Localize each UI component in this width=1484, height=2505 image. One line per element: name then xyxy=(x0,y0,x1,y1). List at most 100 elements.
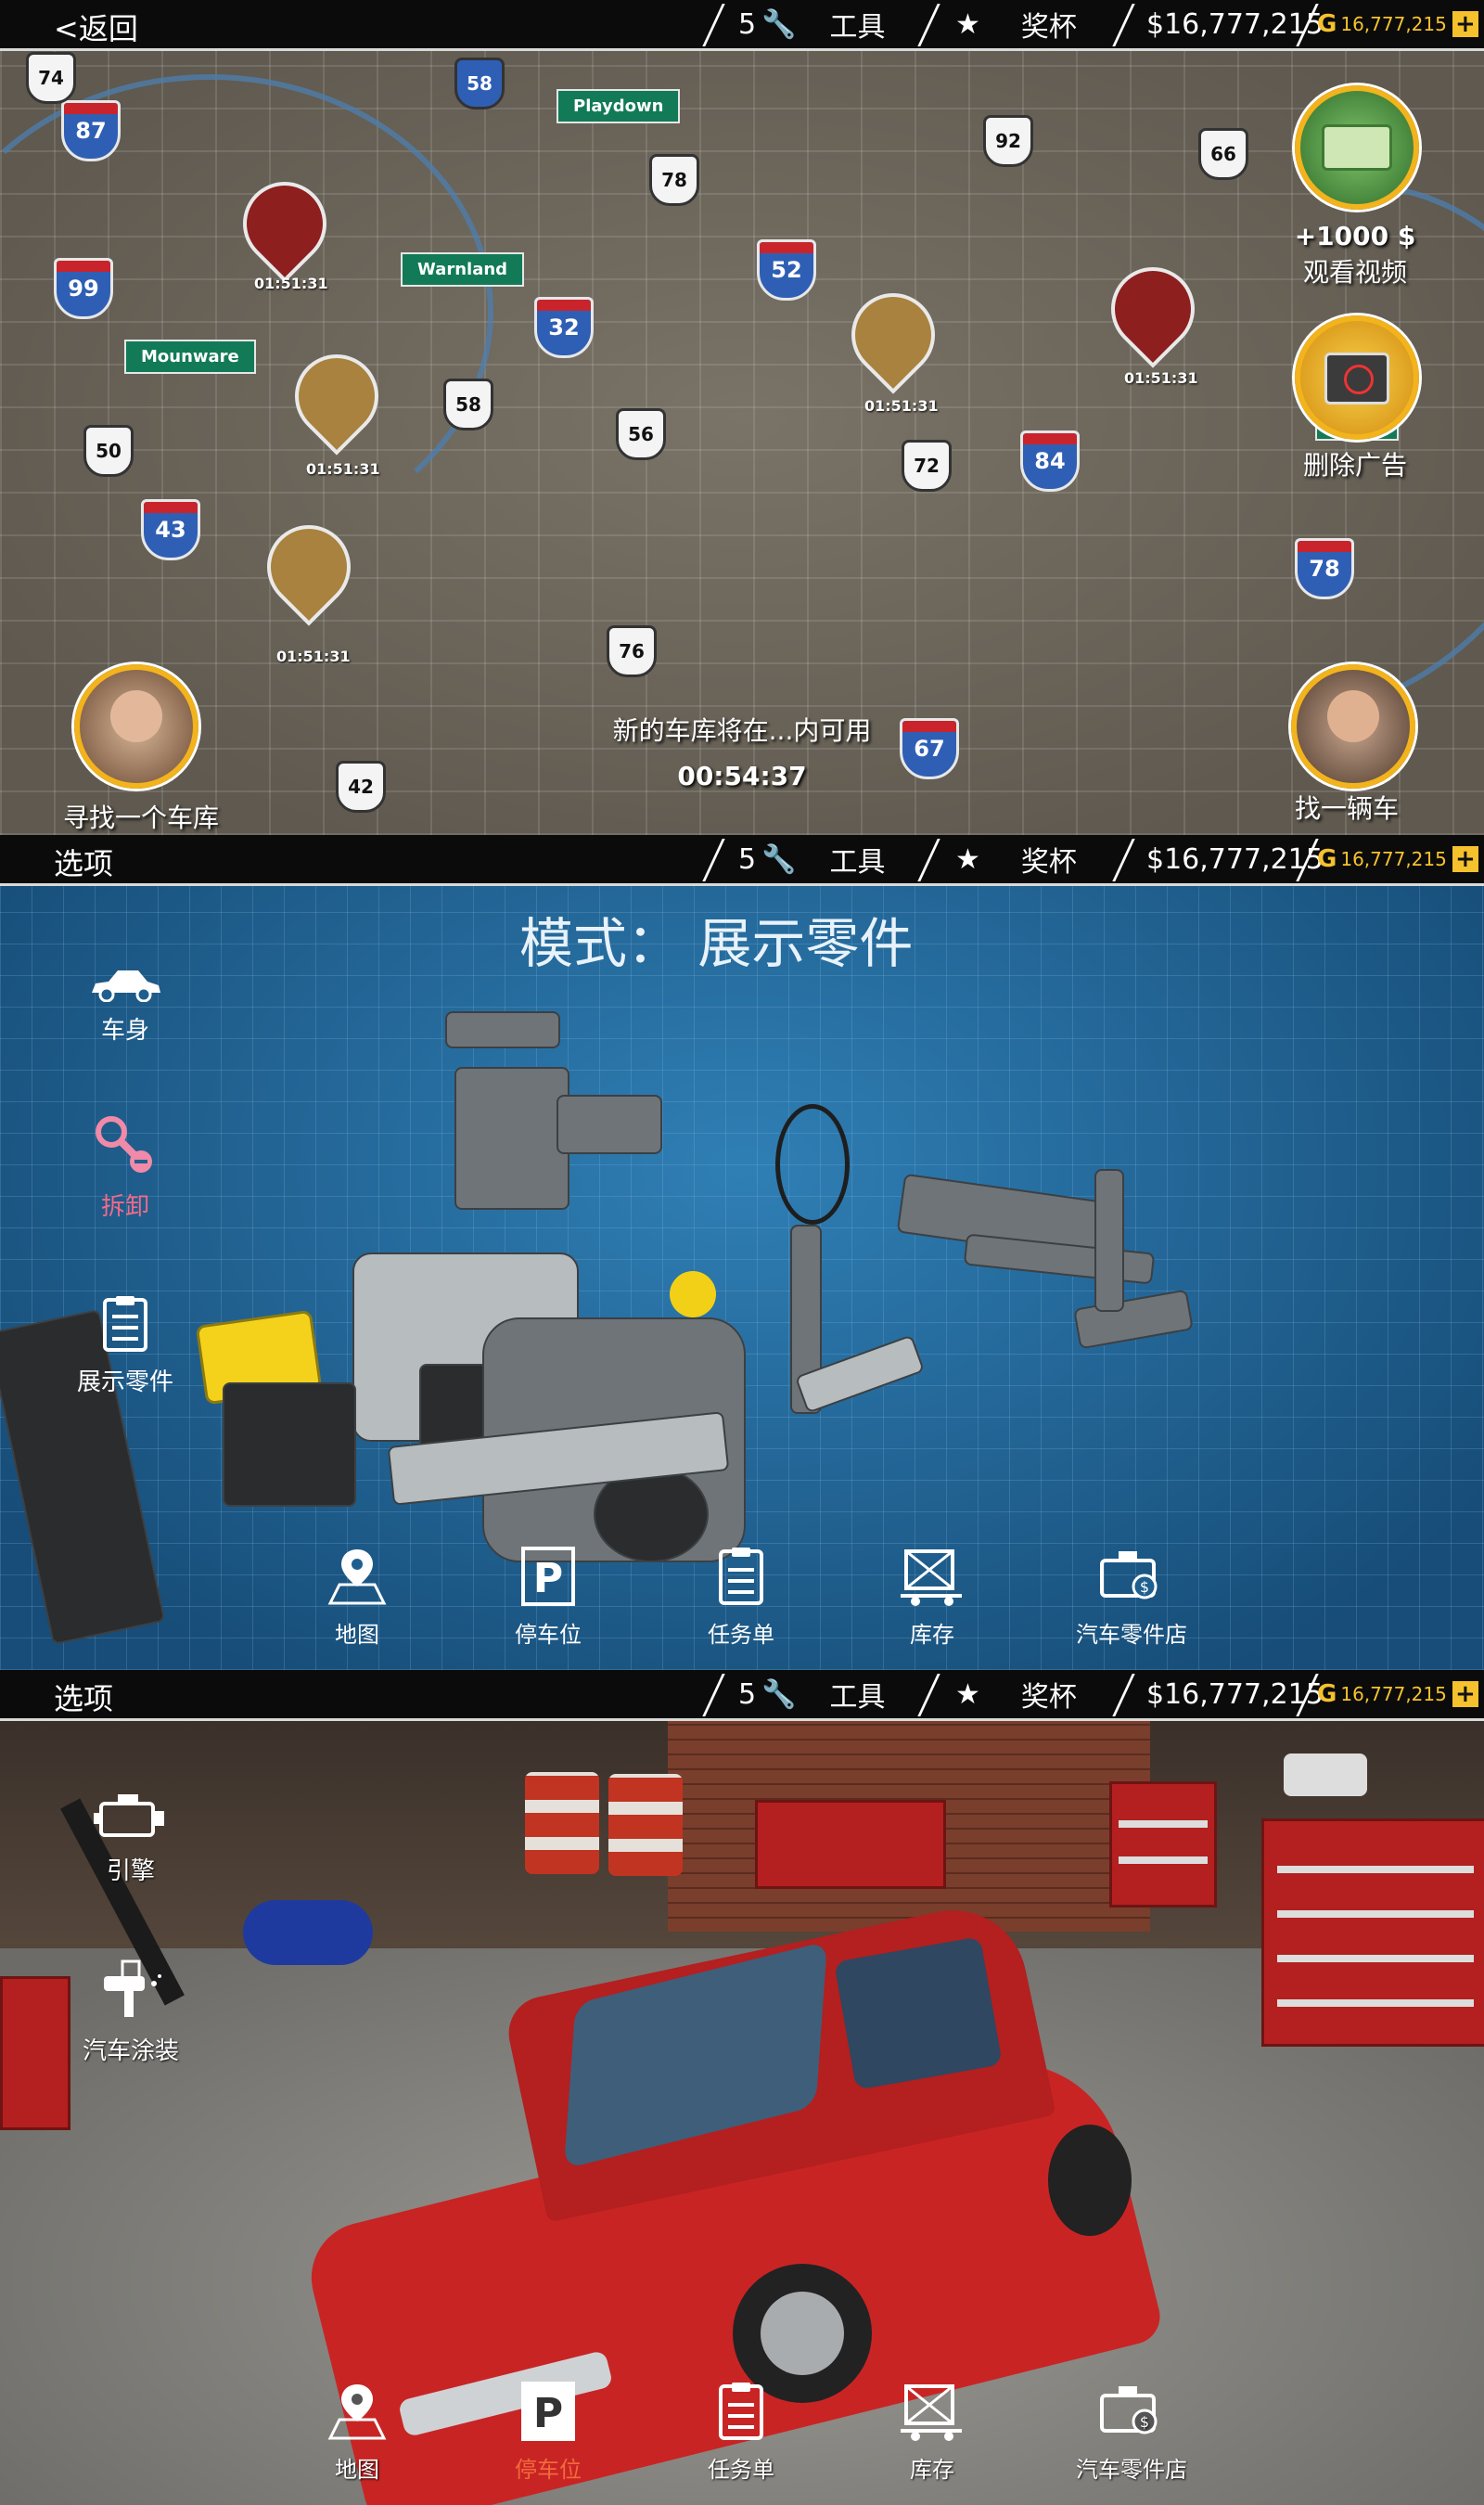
coin-icon: G xyxy=(1317,1680,1337,1708)
money-stack-icon xyxy=(1322,124,1392,171)
divider xyxy=(1112,1674,1135,1716)
wrench-minus-icon xyxy=(96,1116,152,1173)
interstate-shield: 78 xyxy=(1295,538,1354,599)
tools-count[interactable]: 5 🔧 工具 xyxy=(738,1670,885,1718)
find-car-label: 找一辆车 xyxy=(1294,793,1399,824)
map-pin-icon xyxy=(327,2384,387,2440)
new-garage-text: 新的车库将在...内可用 xyxy=(612,715,872,746)
exploded-parts-view[interactable] xyxy=(0,835,1484,1670)
side-item-label: 汽车涂装 xyxy=(82,2037,179,2065)
divider xyxy=(917,839,940,881)
add-coins-button[interactable]: + xyxy=(1452,1681,1478,1707)
tools-count-value: 5 xyxy=(738,1677,757,1711)
find-garage-label: 寻找一个车库 xyxy=(62,803,219,833)
parts-view-screen: 选项 5 🔧 工具 ★ 奖杯 $16,777,215 G 16,777,215 … xyxy=(0,835,1484,1670)
us-route-shield: 58 xyxy=(454,58,505,109)
side-item-show-parts[interactable]: 展示零件 xyxy=(65,1294,186,1397)
garage-pin-timer: 01:51:31 xyxy=(276,648,351,665)
coin-amount: 16,777,215 xyxy=(1340,1683,1447,1705)
trophies[interactable]: ★ 奖杯 xyxy=(955,0,1077,48)
interstate-shield: 67 xyxy=(900,718,959,779)
interstate-shield: 87 xyxy=(61,100,121,161)
us-route-shield: 92 xyxy=(983,115,1033,167)
garage-screen: 选项 5 🔧 工具 ★ 奖杯 $16,777,215 G 16,777,215 … xyxy=(0,1670,1484,2505)
us-route-shield: 50 xyxy=(83,425,134,477)
coin-icon: G xyxy=(1317,845,1337,873)
nav-parking[interactable]: P 停车位 xyxy=(497,2381,599,2484)
options-button[interactable]: 选项 xyxy=(54,1676,113,1718)
trophy-label: 奖杯 xyxy=(1020,11,1077,44)
back-button[interactable]: <返回 xyxy=(54,6,138,48)
clipboard-icon xyxy=(719,2383,763,2440)
us-route-shield: 42 xyxy=(336,761,386,813)
svg-text:$: $ xyxy=(1140,2413,1149,2431)
trophy-label: 奖杯 xyxy=(1020,846,1077,879)
tools-count[interactable]: 5 🔧 工具 xyxy=(738,835,885,883)
side-item-paint[interactable]: 汽车涂装 xyxy=(70,1958,191,2066)
tool-cabinet xyxy=(1261,1818,1484,2047)
clipboard-icon xyxy=(719,1548,763,1605)
coin-display: G 16,777,215 + xyxy=(1317,835,1478,883)
coin-amount: 16,777,215 xyxy=(1340,13,1447,35)
no-ads-icon xyxy=(1324,353,1389,405)
nav-label: 停车位 xyxy=(515,1622,582,1648)
remove-ads-label: 删除广告 xyxy=(1302,450,1407,481)
nav-label: 地图 xyxy=(335,2457,379,2483)
wrench-icon: 🔧 xyxy=(761,7,797,41)
map-pin-icon xyxy=(327,1549,387,1605)
find-car-button[interactable] xyxy=(1291,664,1415,789)
tools-count[interactable]: 5 🔧 工具 xyxy=(738,0,885,48)
engine-shop-icon: $ xyxy=(1100,1551,1158,1599)
money-display: $16,777,215 xyxy=(1146,7,1324,41)
side-item-body[interactable]: 车身 xyxy=(65,965,186,1046)
side-item-label: 拆卸 xyxy=(100,1193,149,1221)
nav-inventory[interactable]: 库存 xyxy=(881,1546,983,1649)
watch-video-label: 观看视频 xyxy=(1302,257,1407,288)
nav-parts-shop[interactable]: $ 汽车零件店 xyxy=(1067,2381,1196,2484)
red-trolley xyxy=(0,1976,70,2130)
add-coins-button[interactable]: + xyxy=(1452,846,1478,872)
interstate-shield: 84 xyxy=(1020,430,1080,492)
options-button[interactable]: 选项 xyxy=(54,841,113,883)
tools-label: 工具 xyxy=(829,1681,886,1714)
divider xyxy=(702,4,725,46)
trophies[interactable]: ★ 奖杯 xyxy=(955,1670,1077,1718)
svg-text:P: P xyxy=(533,1555,563,1602)
watch-video-reward: +1000 $ xyxy=(1294,221,1416,251)
cart-icon xyxy=(901,2384,962,2441)
top-bar: 选项 5 🔧 工具 ★ 奖杯 $16,777,215 G 16,777,215 … xyxy=(0,835,1484,886)
nav-map[interactable]: 地图 xyxy=(306,1546,408,1649)
find-garage-button[interactable] xyxy=(74,664,198,789)
side-item-label: 展示零件 xyxy=(76,1368,173,1396)
yellow-reservoir xyxy=(670,1271,716,1317)
add-coins-button[interactable]: + xyxy=(1452,11,1478,37)
side-item-label: 引擎 xyxy=(106,1857,155,1885)
remove-ads-button[interactable] xyxy=(1295,315,1419,440)
star-icon: ★ xyxy=(955,842,980,876)
watch-video-button[interactable] xyxy=(1295,85,1419,210)
svg-text:$: $ xyxy=(1140,1578,1149,1596)
new-garage-timer: 00:54:37 xyxy=(677,761,807,791)
us-route-shield: 66 xyxy=(1198,128,1248,180)
engine-icon xyxy=(94,1794,164,1837)
us-route-shield: 58 xyxy=(443,379,493,430)
nav-jobs[interactable]: 任务单 xyxy=(690,2381,792,2484)
nav-jobs[interactable]: 任务单 xyxy=(690,1546,792,1649)
trophies[interactable]: ★ 奖杯 xyxy=(955,835,1077,883)
wrench-icon: 🔧 xyxy=(761,842,797,876)
top-bar: <返回 5 🔧 工具 ★ 奖杯 $16,777,215 G 16,777,215… xyxy=(0,0,1484,51)
divider xyxy=(917,4,940,46)
star-icon: ★ xyxy=(955,7,980,41)
nav-inventory[interactable]: 库存 xyxy=(881,2381,983,2484)
nav-label: 地图 xyxy=(335,1622,379,1648)
nav-parking[interactable]: P 停车位 xyxy=(497,1546,599,1649)
nav-parts-shop[interactable]: $ 汽车零件店 xyxy=(1067,1546,1196,1649)
side-item-disassemble[interactable]: 拆卸 xyxy=(65,1113,186,1222)
coin-display: G 16,777,215 + xyxy=(1317,1670,1478,1718)
svg-text:P: P xyxy=(533,2390,563,2437)
divider xyxy=(1112,4,1135,46)
garage-pin-timer: 01:51:31 xyxy=(254,275,328,292)
nav-map[interactable]: 地图 xyxy=(306,2381,408,2484)
side-item-engine[interactable]: 引擎 xyxy=(70,1791,191,1886)
divider xyxy=(702,839,725,881)
